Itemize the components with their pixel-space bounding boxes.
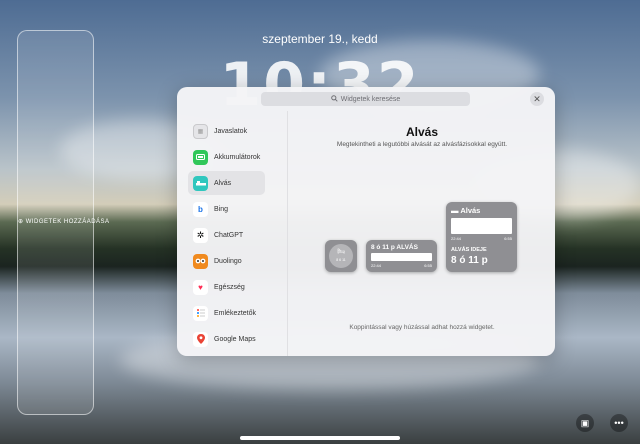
sidebar-item-label: Alvás <box>214 179 232 187</box>
ellipsis-icon: ••• <box>614 418 624 428</box>
sidebar-item-google-maps[interactable]: Google Maps <box>188 327 265 351</box>
more-button[interactable]: ••• <box>610 414 628 432</box>
bed-icon: ▬ <box>451 206 461 215</box>
widget-gallery-panel: Widgetek keresése ✕ ▦ Javaslatok Akkumul… <box>177 87 555 356</box>
duolingo-icon <box>193 253 208 269</box>
home-indicator[interactable] <box>240 436 400 440</box>
sidebar-item-label: ChatGPT <box>214 231 244 239</box>
sleep-stages-bar <box>371 253 432 261</box>
sidebar-item-bing[interactable]: b Bing <box>188 197 265 221</box>
sidebar-item-label: Duolingo <box>214 257 242 265</box>
search-placeholder: Widgetek keresése <box>340 95 401 103</box>
sleep-start-time: 22:44 <box>451 236 462 241</box>
heart-icon: ♥ <box>193 279 208 295</box>
suggestions-icon: ▦ <box>193 123 208 139</box>
sleep-small-value: 8 6 11 <box>336 258 346 262</box>
sidebar-item-label: Google Maps <box>214 335 256 343</box>
sleep-start-time: 22:44 <box>371 263 382 268</box>
sleep-title: ▬ Alvás <box>451 206 481 215</box>
sleep-duration-label: ALVÁS IDEJE <box>451 247 487 253</box>
sidebar-item-alvas[interactable]: Alvás <box>188 171 265 195</box>
widget-detail: Alvás Megtekintheti a legutóbbi alvását … <box>289 111 555 356</box>
search-input[interactable]: Widgetek keresése <box>261 92 470 106</box>
widget-sidebar: ▦ Javaslatok Akkumulátorok Alvás b Bing … <box>177 111 288 356</box>
sidebar-item-egeszseg[interactable]: ♥ Egészség <box>188 275 265 299</box>
add-widget-label: ⊕ WIDGETEK HOZZÁADÁSA <box>18 219 110 225</box>
sidebar-item-akkumulatorok[interactable]: Akkumulátorok <box>188 145 265 169</box>
bing-icon: b <box>193 201 208 217</box>
lockscreen-date: szeptember 19., kedd <box>262 32 378 46</box>
sleep-headline: 8 ó 11 p ALVÁS <box>371 244 418 251</box>
chatgpt-icon: ✲ <box>193 227 208 243</box>
close-icon: ✕ <box>533 93 541 104</box>
sleep-widget-large[interactable]: ▬ Alvás 22:44 6:55 ALVÁS IDEJE 8 ó 11 p <box>446 202 517 272</box>
sleep-widget-small[interactable]: 🛏 8 6 11 <box>325 240 357 272</box>
close-button[interactable]: ✕ <box>530 92 544 106</box>
maps-pin-icon <box>193 331 208 347</box>
sidebar-item-label: Javaslatok <box>214 127 248 135</box>
sidebar-item-label: Egészség <box>214 283 245 291</box>
sleep-stages-bar <box>451 218 512 234</box>
sidebar-item-label: Bing <box>214 205 229 213</box>
detail-hint: Koppintással vagy húzással adhat hozzá w… <box>349 324 495 331</box>
detail-description: Megtekintheti a legutóbbi alvását az alv… <box>336 141 508 148</box>
sidebar-item-label: Emlékeztetők <box>214 309 257 317</box>
sidebar-item-javaslatok[interactable]: ▦ Javaslatok <box>188 119 265 143</box>
sidebar-item-duolingo[interactable]: Duolingo <box>188 249 265 273</box>
bed-icon: 🛏 <box>337 249 345 255</box>
sidebar-item-chatgpt[interactable]: ✲ ChatGPT <box>188 223 265 247</box>
detail-title: Alvás <box>405 125 439 139</box>
bed-icon <box>193 175 208 191</box>
reminders-icon <box>193 305 208 321</box>
sleep-duration-value: 8 ó 11 p <box>451 255 488 266</box>
photo-shuffle-button[interactable]: ▣ <box>576 414 594 432</box>
sidebar-item-label: Akkumulátorok <box>214 153 261 161</box>
magnifier-icon <box>330 94 338 104</box>
plus-icon: ⊕ <box>18 219 24 225</box>
sleep-end-time: 6:55 <box>424 263 432 268</box>
sleep-widget-medium[interactable]: 8 ó 11 p ALVÁS 22:44 6:55 <box>366 240 437 272</box>
battery-icon <box>193 149 208 165</box>
sleep-end-time: 6:55 <box>504 236 512 241</box>
sidebar-item-emlekeztetok[interactable]: Emlékeztetők <box>188 301 265 325</box>
photos-icon: ▣ <box>580 417 590 428</box>
